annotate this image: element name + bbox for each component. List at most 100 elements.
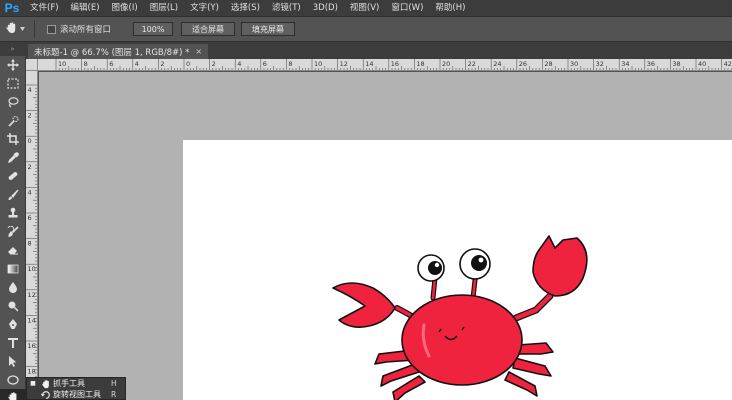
hand-tool-button[interactable]: [0, 389, 26, 400]
menu-type[interactable]: 文字(Y): [184, 0, 225, 16]
ruler-label: 6: [109, 60, 113, 68]
menu-filter[interactable]: 滤镜(T): [266, 0, 307, 16]
ruler-label: 14: [28, 316, 36, 324]
ruler-label: 34: [621, 60, 629, 68]
menu-select[interactable]: 选择(S): [225, 0, 266, 16]
eraser-icon[interactable]: [0, 241, 26, 260]
flyout-item-shortcut: H: [111, 379, 117, 388]
ruler-label: 2: [160, 60, 164, 68]
history-brush-icon[interactable]: [0, 223, 26, 242]
fit-screen-button[interactable]: 适合屏幕: [181, 22, 236, 36]
menu-view[interactable]: 视图(V): [344, 0, 385, 16]
rotate-view-icon: [39, 390, 53, 400]
menu-help[interactable]: 帮助(H): [429, 0, 471, 16]
toolbox: »: [0, 42, 26, 400]
document-tab-bar: 未标题-1 @ 66.7% (图层 1, RGB/8#) * ×: [26, 42, 732, 59]
hand-icon: [39, 379, 53, 389]
ruler-label: 16: [391, 60, 399, 68]
crop-icon[interactable]: [0, 130, 26, 149]
ruler-label: 4: [28, 86, 32, 94]
brush-icon[interactable]: [0, 186, 26, 205]
document-canvas[interactable]: [183, 140, 732, 400]
ellipse-shape-icon[interactable]: [0, 371, 26, 390]
tool-preset-picker[interactable]: [0, 18, 30, 40]
dodge-icon[interactable]: [0, 297, 26, 316]
flyout-item-hand-tool[interactable]: ■ 抓手工具 H: [27, 378, 125, 389]
ruler-label: 24: [493, 60, 501, 68]
menu-window[interactable]: 窗口(W): [385, 0, 429, 16]
ruler-label: 8: [28, 240, 32, 248]
flyout-item-rotate-view-tool[interactable]: 旋转视图工具 R: [27, 389, 125, 400]
pen-icon[interactable]: [0, 315, 26, 334]
move-icon[interactable]: [0, 56, 26, 75]
menu-edit[interactable]: 编辑(E): [65, 0, 106, 16]
hand-tool-flyout: ■ 抓手工具 H 旋转视图工具 R: [26, 377, 126, 400]
document-tab[interactable]: 未标题-1 @ 66.7% (图层 1, RGB/8#) * ×: [28, 44, 209, 59]
ruler-label: 0: [28, 137, 32, 145]
flyout-item-shortcut: R: [111, 390, 117, 399]
ruler-label: 36: [647, 60, 655, 68]
gradient-icon[interactable]: [0, 260, 26, 279]
ruler-label: 4: [135, 60, 139, 68]
menu-3d[interactable]: 3D(D): [307, 0, 344, 16]
type-icon[interactable]: [0, 334, 26, 353]
vertical-ruler[interactable]: 4202468101214161820: [26, 71, 38, 400]
ruler-label: 10: [314, 60, 322, 68]
ruler-label: 2: [212, 60, 216, 68]
hand-icon: [5, 21, 18, 37]
ruler-label: 12: [28, 291, 36, 299]
close-icon[interactable]: ×: [195, 47, 202, 56]
marquee-icon[interactable]: [0, 75, 26, 94]
ruler-origin[interactable]: [26, 59, 38, 71]
canvas-workspace[interactable]: [39, 72, 732, 400]
quick-select-icon[interactable]: [0, 112, 26, 131]
blur-icon[interactable]: [0, 278, 26, 297]
hand-icon: [7, 391, 19, 400]
ruler-label: 2: [28, 112, 32, 120]
menu-bar: Ps 文件(F) 编辑(E) 图像(I) 图层(L) 文字(Y) 选择(S) 滤…: [0, 0, 732, 16]
ruler-label: 6: [28, 214, 32, 222]
menu-file[interactable]: 文件(F): [24, 0, 65, 16]
ruler-label: 6: [263, 60, 267, 68]
fill-screen-button[interactable]: 填充屏幕: [241, 22, 296, 36]
menu-layer[interactable]: 图层(L): [144, 0, 184, 16]
menu-image[interactable]: 图像(I): [106, 0, 144, 16]
zoom-100-button[interactable]: 100%: [133, 22, 174, 36]
chevron-down-icon: [20, 24, 25, 34]
lasso-icon[interactable]: [0, 93, 26, 112]
options-bar: 滚动所有窗口 100% 适合屏幕 填充屏幕: [0, 16, 732, 42]
ruler-label: 8: [288, 60, 292, 68]
horizontal-ruler[interactable]: 10 8 6 4 2 0 2 4 6 8 10 12 14 16 18 20 22 24 26 28 30 32 34 36 3…: [38, 59, 732, 71]
ruler-label: 32: [596, 60, 604, 68]
ruler-label: 28: [544, 60, 552, 68]
ruler-label: 18: [28, 368, 36, 376]
ruler-label: 4: [237, 60, 241, 68]
ruler-label: 18: [416, 60, 424, 68]
document-tab-title: 未标题-1 @ 66.7% (图层 1, RGB/8#) *: [34, 47, 190, 58]
ruler-label: 22: [468, 60, 476, 68]
scroll-all-windows-checkbox[interactable]: [47, 24, 56, 34]
healing-brush-icon[interactable]: [0, 167, 26, 186]
flyout-item-label: 抓手工具: [53, 379, 85, 388]
ruler-label: 16: [28, 342, 36, 350]
ruler-label: 8: [84, 60, 88, 68]
divider: [34, 20, 35, 38]
crab-illustration: [332, 235, 588, 400]
eyedropper-icon[interactable]: [0, 149, 26, 168]
ruler-label: 26: [519, 60, 527, 68]
ruler-label: 10: [28, 265, 36, 273]
ruler-label: 0: [186, 60, 190, 68]
ruler-label: 14: [365, 60, 373, 68]
ruler-label: 40: [698, 60, 706, 68]
ruler-label: 20: [442, 60, 450, 68]
ruler-label: 30: [570, 60, 578, 68]
vertical-ruler-ticks: 4202468101214161820: [26, 84, 37, 400]
clone-stamp-icon[interactable]: [0, 204, 26, 223]
scroll-all-windows-label: 滚动所有窗口: [60, 25, 112, 35]
path-select-icon[interactable]: [0, 352, 26, 371]
ruler-label: 4: [28, 188, 32, 196]
ruler-label: 42: [724, 60, 732, 68]
toolbox-collapse[interactable]: »: [0, 42, 25, 56]
selected-bullet-icon: ■: [30, 380, 36, 387]
ruler-label: 12: [340, 60, 348, 68]
